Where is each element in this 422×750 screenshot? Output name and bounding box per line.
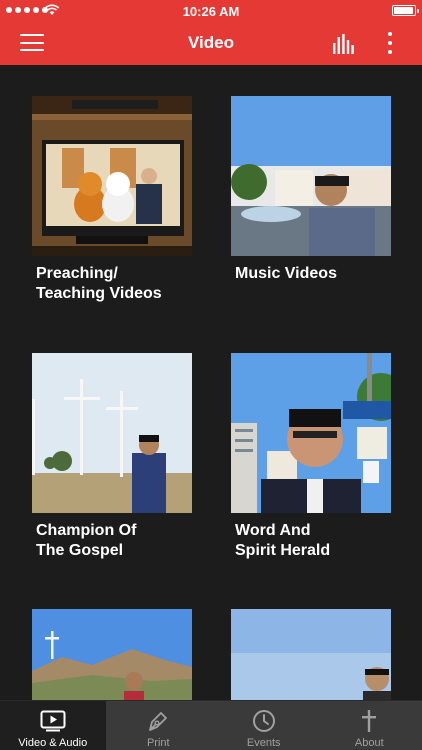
app-header: 10:26 AM Video [0, 0, 422, 65]
video-category-card[interactable]: Champion Of The Gospel [32, 353, 192, 561]
video-category-title: Preaching/ Teaching Videos [36, 265, 162, 302]
tab-video-audio[interactable]: Video & Audio [0, 701, 106, 750]
thumbnail-music[interactable] [231, 96, 391, 256]
thumbnail-champion[interactable] [32, 353, 192, 513]
tab-print[interactable]: Print [106, 701, 212, 750]
battery-icon [392, 5, 419, 16]
status-time: 10:26 AM [182, 4, 240, 19]
nav-bar: Video [0, 22, 422, 65]
pen-nib-icon [145, 709, 171, 733]
video-category-card[interactable] [32, 609, 192, 700]
tab-label: Video & Audio [18, 737, 88, 749]
thumbnail-sky[interactable] [231, 609, 391, 700]
video-player-icon [40, 709, 66, 733]
video-category-card[interactable]: Word And Spirit Herald [231, 353, 391, 561]
video-category-card[interactable]: Preaching/ Teaching Videos [32, 96, 192, 304]
video-category-title: Word And Spirit Herald [235, 522, 331, 559]
equalizer-icon[interactable] [332, 34, 356, 54]
thumbnail-preaching[interactable] [32, 96, 192, 256]
tab-label: About [354, 737, 384, 749]
more-vertical-icon[interactable] [384, 31, 396, 55]
video-category-card[interactable]: Music Videos [231, 96, 391, 284]
tab-events[interactable]: Events [211, 701, 317, 750]
video-category-card[interactable] [231, 609, 391, 700]
bottom-tab-bar: Video & Audio Print Events About [0, 700, 422, 750]
video-category-title: Music Videos [235, 265, 337, 282]
status-bar: 10:26 AM [0, 0, 422, 22]
tab-about[interactable]: About [317, 701, 422, 750]
tab-label: Print [146, 737, 170, 749]
video-category-grid: Preaching/ Teaching Videos Music Videos [0, 65, 422, 700]
thumbnail-word-spirit[interactable] [231, 353, 391, 513]
tab-label: Events [246, 737, 281, 749]
thumbnail-hill-cross[interactable] [32, 609, 192, 700]
cross-icon [356, 709, 382, 733]
clock-icon [251, 709, 277, 733]
video-category-title: Champion Of The Gospel [36, 522, 137, 559]
page-title: Video [188, 33, 234, 52]
